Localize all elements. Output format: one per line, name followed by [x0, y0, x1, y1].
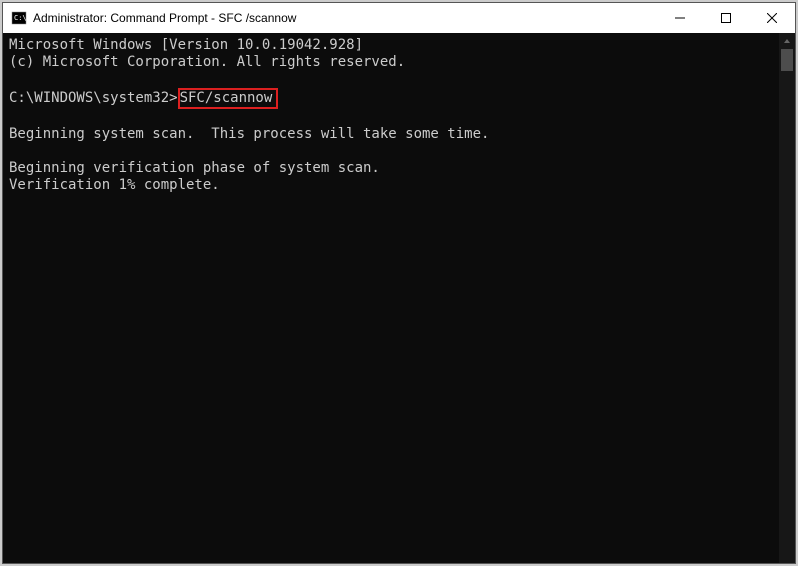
close-button[interactable] [749, 3, 795, 33]
cmd-icon: C:\ [11, 10, 27, 26]
version-line: Microsoft Windows [Version 10.0.19042.92… [9, 37, 773, 54]
scrollbar-thumb[interactable] [781, 49, 793, 71]
maximize-button[interactable] [703, 3, 749, 33]
blank-line [9, 71, 773, 88]
verify-begin-line: Beginning verification phase of system s… [9, 160, 773, 177]
terminal-output[interactable]: Microsoft Windows [Version 10.0.19042.92… [3, 33, 779, 563]
window-title: Administrator: Command Prompt - SFC /sca… [33, 11, 296, 25]
terminal-area: Microsoft Windows [Version 10.0.19042.92… [3, 33, 795, 563]
vertical-scrollbar[interactable] [779, 33, 795, 563]
scan-begin-line: Beginning system scan. This process will… [9, 126, 773, 143]
titlebar[interactable]: C:\ Administrator: Command Prompt - SFC … [3, 3, 795, 33]
command-text: SFC/scannow [180, 90, 273, 106]
prompt-path: C:\WINDOWS\system32> [9, 90, 178, 106]
svg-text:C:\: C:\ [14, 14, 27, 22]
copyright-line: (c) Microsoft Corporation. All rights re… [9, 54, 773, 71]
command-highlight: SFC/scannow [178, 88, 279, 109]
blank-line-3 [9, 143, 773, 160]
window-controls [657, 3, 795, 33]
progress-line: Verification 1% complete. [9, 177, 773, 194]
minimize-button[interactable] [657, 3, 703, 33]
command-prompt-window: C:\ Administrator: Command Prompt - SFC … [2, 2, 796, 564]
prompt-line: C:\WINDOWS\system32>SFC/scannow [9, 88, 773, 109]
blank-line-2 [9, 109, 773, 126]
scrollbar-up-arrow-icon[interactable] [779, 33, 795, 49]
